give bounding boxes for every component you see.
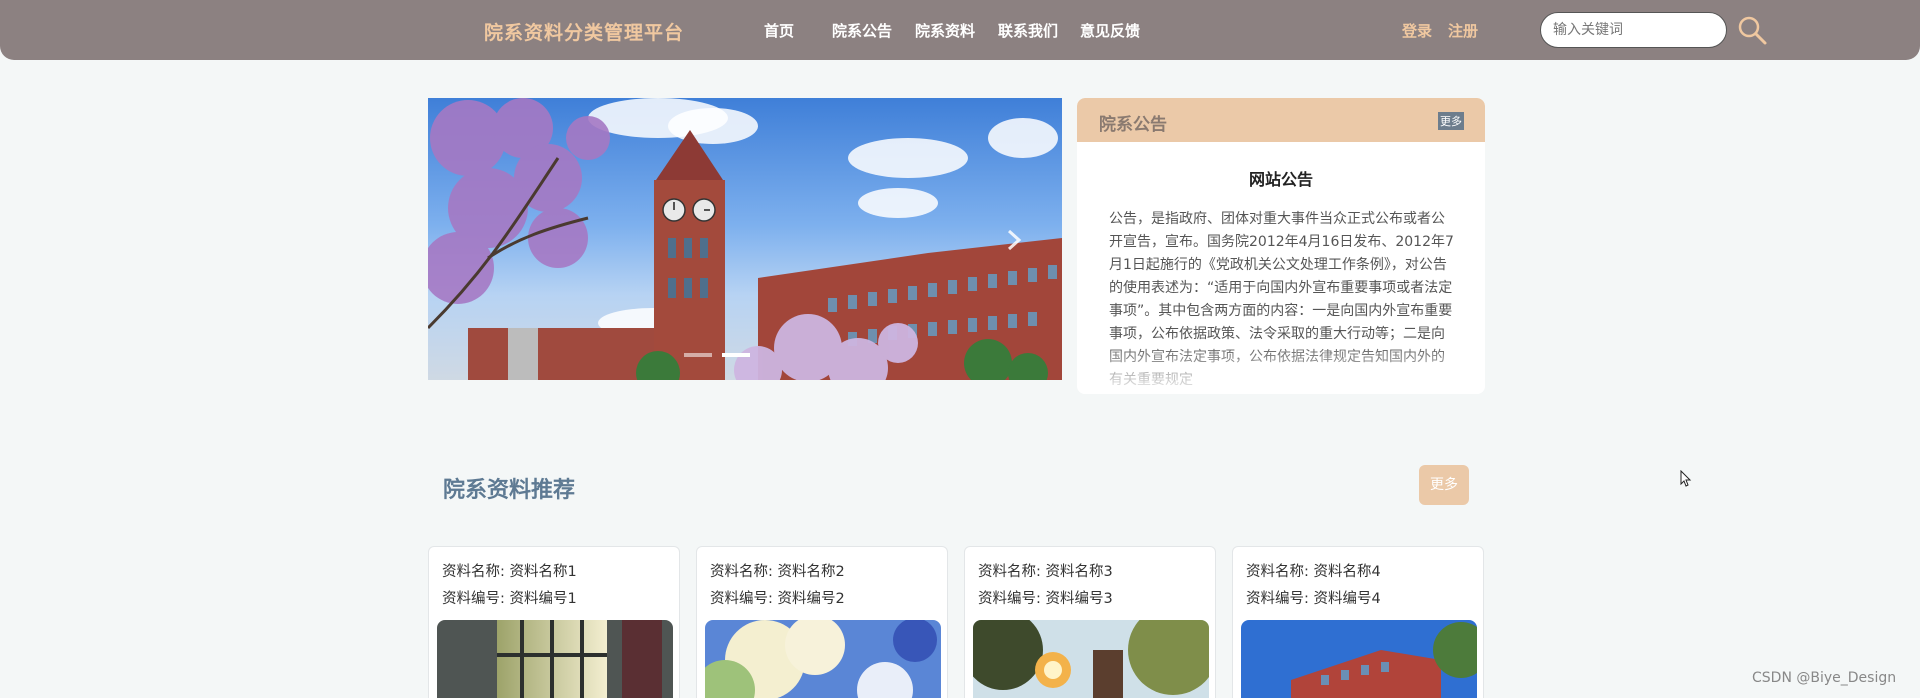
chevron-right-icon[interactable]	[1006, 228, 1022, 252]
material-name: 资料名称: 资料名称3	[978, 564, 1113, 580]
carousel-dot-1[interactable]	[684, 353, 712, 357]
watermark: CSDN @Biye_Design	[1752, 670, 1897, 686]
material-code: 资料编号: 资料编号1	[442, 591, 577, 607]
nav-feedback[interactable]: 意见反馈	[1080, 20, 1140, 41]
recommend-section-title: 院系资料推荐	[443, 478, 576, 503]
announcement-panel: 院系公告 更多 网站公告 公告，是指政府、团体对重大事件当众正式公布或者公开宣告…	[1077, 98, 1485, 394]
carousel-dot-2[interactable]	[722, 353, 750, 357]
material-card[interactable]: 资料名称: 资料名称1 资料编号: 资料编号1	[428, 546, 680, 698]
search-input[interactable]	[1540, 12, 1727, 48]
register-link[interactable]: 注册	[1448, 20, 1478, 41]
banner-carousel[interactable]	[428, 98, 1062, 380]
nav-announcements[interactable]: 院系公告	[832, 20, 892, 41]
material-code: 资料编号: 资料编号3	[978, 591, 1113, 607]
search-icon[interactable]	[1736, 14, 1768, 46]
material-code: 资料编号: 资料编号2	[710, 591, 845, 607]
material-name: 资料名称: 资料名称1	[442, 564, 577, 580]
material-code: 资料编号: 资料编号4	[1246, 591, 1381, 607]
top-navbar: 院系资料分类管理平台 首页 院系公告 院系资料 联系我们 意见反馈 登录 注册	[0, 0, 1920, 60]
material-card[interactable]: 资料名称: 资料名称2 资料编号: 资料编号2	[696, 546, 948, 698]
material-card[interactable]: 资料名称: 资料名称3 资料编号: 资料编号3	[964, 546, 1216, 698]
nav-home[interactable]: 首页	[764, 20, 794, 41]
login-link[interactable]: 登录	[1402, 20, 1432, 41]
material-name: 资料名称: 资料名称2	[710, 564, 845, 580]
material-thumbnail	[705, 620, 941, 698]
material-name: 资料名称: 资料名称4	[1246, 564, 1381, 580]
announcement-header: 院系公告 更多	[1077, 98, 1485, 142]
material-thumbnail	[437, 620, 673, 698]
campus-photo	[428, 98, 1062, 380]
material-card[interactable]: 资料名称: 资料名称4 资料编号: 资料编号4	[1232, 546, 1484, 698]
mouse-cursor-icon	[1680, 470, 1692, 487]
site-brand[interactable]: 院系资料分类管理平台	[484, 18, 684, 45]
material-thumbnail	[973, 620, 1209, 698]
announcement-header-title: 院系公告	[1099, 115, 1167, 135]
announcement-title[interactable]: 网站公告	[1077, 166, 1485, 190]
nav-contact[interactable]: 联系我们	[998, 20, 1058, 41]
material-thumbnail	[1241, 620, 1477, 698]
fade-overlay	[1077, 342, 1485, 394]
announcement-more-button[interactable]: 更多	[1438, 112, 1464, 130]
nav-materials[interactable]: 院系资料	[915, 20, 975, 41]
recommend-more-button[interactable]: 更多	[1419, 465, 1469, 505]
